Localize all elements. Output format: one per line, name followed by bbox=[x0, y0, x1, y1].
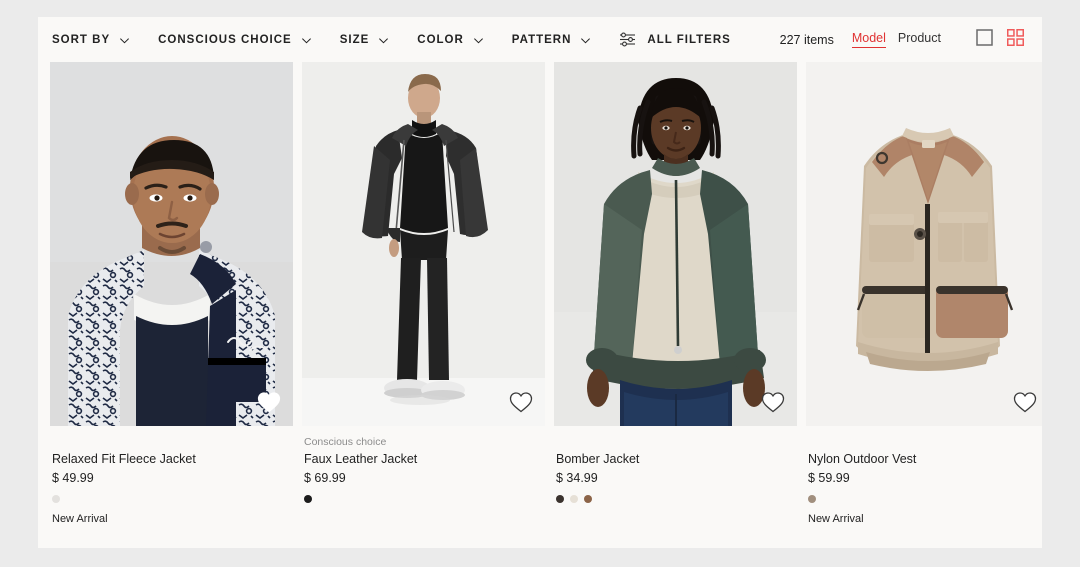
product-name[interactable]: Relaxed Fit Fleece Jacket bbox=[52, 452, 293, 466]
product-card[interactable]: Conscious choice Faux Leather Jacket $ 6… bbox=[302, 62, 545, 525]
product-info: Conscious choice Faux Leather Jacket $ 6… bbox=[302, 426, 545, 504]
filter-sort-by[interactable]: SORT BY bbox=[52, 34, 130, 46]
chevron-down-icon bbox=[580, 35, 591, 46]
product-listing-panel: SORT BY CONSCIOUS CHOICE SIZE COLOR PATT… bbox=[38, 17, 1042, 548]
color-swatch[interactable] bbox=[556, 494, 564, 503]
heart-icon[interactable] bbox=[1012, 389, 1038, 415]
product-name[interactable]: Faux Leather Jacket bbox=[304, 452, 545, 466]
conscious-choice-label bbox=[556, 436, 797, 449]
conscious-choice-label bbox=[808, 436, 1042, 449]
grid-view-icon[interactable] bbox=[1007, 28, 1024, 51]
filter-color-label: COLOR bbox=[417, 33, 464, 46]
all-filters-button[interactable]: ALL FILTERS bbox=[619, 32, 730, 47]
product-grid: Relaxed Fit Fleece Jacket $ 49.99 New Ar… bbox=[38, 62, 1042, 525]
chevron-down-icon bbox=[378, 35, 389, 46]
heart-icon[interactable] bbox=[760, 389, 786, 415]
product-image[interactable] bbox=[50, 62, 293, 426]
product-image[interactable] bbox=[806, 62, 1042, 426]
color-swatch[interactable] bbox=[584, 494, 592, 503]
color-swatches[interactable] bbox=[808, 493, 1042, 504]
product-image[interactable] bbox=[554, 62, 797, 426]
tune-icon bbox=[619, 32, 636, 47]
filter-color[interactable]: COLOR bbox=[417, 34, 484, 46]
color-swatch[interactable] bbox=[570, 494, 578, 503]
product-info: Nylon Outdoor Vest $ 59.99 New Arrival bbox=[806, 426, 1042, 525]
chevron-down-icon bbox=[473, 35, 484, 46]
product-price: $ 34.99 bbox=[556, 471, 598, 485]
filter-group: SORT BY CONSCIOUS CHOICE SIZE COLOR PATT… bbox=[52, 32, 731, 47]
product-name[interactable]: Bomber Jacket bbox=[556, 452, 797, 466]
product-price: $ 49.99 bbox=[52, 471, 94, 485]
filter-sort-by-label: SORT BY bbox=[52, 33, 111, 46]
product-card[interactable]: Nylon Outdoor Vest $ 59.99 New Arrival bbox=[806, 62, 1042, 525]
color-swatches[interactable] bbox=[304, 493, 545, 504]
chevron-down-icon bbox=[301, 35, 312, 46]
product-info: Bomber Jacket $ 34.99 bbox=[554, 426, 797, 504]
product-info: Relaxed Fit Fleece Jacket $ 49.99 New Ar… bbox=[50, 426, 293, 525]
view-mode-toggle: Model Product bbox=[851, 31, 953, 48]
filter-conscious-choice-label: CONSCIOUS CHOICE bbox=[158, 33, 292, 46]
color-swatches[interactable] bbox=[52, 493, 293, 504]
chevron-down-icon bbox=[119, 35, 130, 46]
filter-bar: SORT BY CONSCIOUS CHOICE SIZE COLOR PATT… bbox=[38, 17, 1042, 62]
product-card[interactable]: Relaxed Fit Fleece Jacket $ 49.99 New Ar… bbox=[50, 62, 293, 525]
heart-icon[interactable] bbox=[256, 389, 282, 415]
product-card[interactable]: Bomber Jacket $ 34.99 bbox=[554, 62, 797, 525]
view-mode-product[interactable]: Product bbox=[898, 31, 941, 47]
product-price: $ 69.99 bbox=[304, 471, 346, 485]
product-image[interactable] bbox=[302, 62, 545, 426]
color-swatch[interactable] bbox=[304, 494, 312, 503]
filter-pattern[interactable]: PATTERN bbox=[512, 34, 592, 46]
view-mode-model[interactable]: Model bbox=[851, 31, 886, 48]
layout-toggle bbox=[962, 28, 1024, 51]
single-column-view-icon[interactable] bbox=[976, 28, 993, 51]
product-name[interactable]: Nylon Outdoor Vest bbox=[808, 452, 1042, 466]
filter-pattern-label: PATTERN bbox=[511, 33, 572, 46]
items-count: 227 items bbox=[779, 32, 834, 47]
conscious-choice-label: Conscious choice bbox=[304, 436, 387, 448]
filter-size[interactable]: SIZE bbox=[340, 34, 390, 46]
product-price: $ 59.99 bbox=[808, 471, 850, 485]
all-filters-label: ALL FILTERS bbox=[647, 33, 731, 46]
product-marker: New Arrival bbox=[808, 513, 864, 525]
filter-conscious-choice[interactable]: CONSCIOUS CHOICE bbox=[158, 34, 312, 46]
conscious-choice-label bbox=[52, 436, 293, 449]
view-options: 227 items Model Product bbox=[780, 17, 1024, 62]
product-marker: New Arrival bbox=[52, 513, 108, 525]
color-swatch[interactable] bbox=[52, 494, 60, 503]
heart-icon[interactable] bbox=[508, 389, 534, 415]
filter-size-label: SIZE bbox=[339, 33, 370, 46]
color-swatch[interactable] bbox=[808, 494, 816, 503]
color-swatches[interactable] bbox=[556, 493, 797, 504]
